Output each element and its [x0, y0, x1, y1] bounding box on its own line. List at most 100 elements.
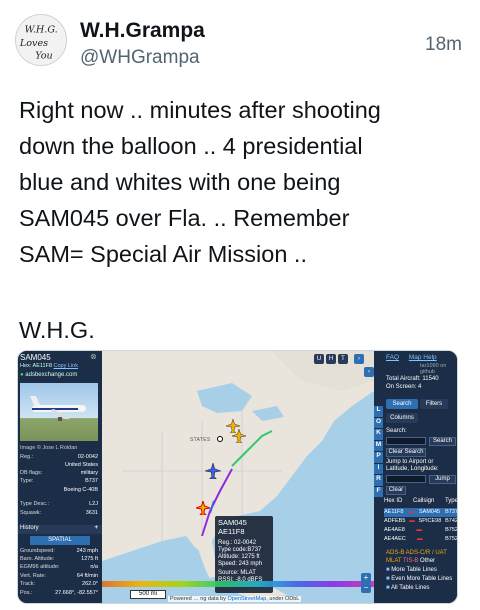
baro-label: Baro. Altitude: [20, 556, 55, 562]
copy-link[interactable]: Copy Link [54, 363, 78, 369]
close-icon[interactable]: ⊗ [90, 352, 97, 361]
map-button-u[interactable]: U [314, 354, 324, 364]
aircraft-marker-icon-3[interactable] [205, 463, 221, 479]
vert-rate-value: 64 ft/min [76, 573, 98, 579]
top-links: FAQ Map Help [386, 354, 437, 361]
user-handle[interactable]: @WHGrampa [80, 47, 200, 69]
col-hex[interactable]: Hex ID [384, 498, 402, 504]
jump-label: Jump to Airport or Latitude, Longitude: [386, 459, 439, 472]
row-type: B737 [445, 509, 458, 515]
faq-link[interactable]: FAQ [386, 354, 399, 361]
search-button[interactable]: Search [429, 437, 456, 446]
display-name[interactable]: W.H.Grampa [80, 19, 205, 43]
table-row[interactable]: AE11F8 ▬ SAM045 B737 [384, 508, 458, 517]
track-value: 262.0° [82, 581, 98, 587]
squawk-label: Squawk: [20, 510, 42, 516]
position-label: Pos.: [20, 590, 33, 596]
tab-columns[interactable]: Columns [386, 413, 418, 423]
tab-filters[interactable]: Filters [420, 399, 448, 409]
map-button-h[interactable]: H [326, 354, 336, 364]
us-flag-icon: ▬ [409, 518, 415, 524]
zoom-controls[interactable]: + − [361, 573, 371, 593]
vert-rate-row: Vert. Rate: 64 ft/min [20, 573, 98, 579]
github-link[interactable]: tar1090 on github [420, 363, 457, 375]
reg-label: Reg.: [20, 454, 34, 460]
type-label: Type: [20, 478, 34, 484]
vert-rate-label: Vert. Rate: [20, 573, 46, 579]
egm-label: EGM96 altitude: [20, 564, 60, 570]
type-row: Type: B737 [20, 478, 98, 484]
on-screen-count: On Screen: 4 [386, 384, 422, 390]
table-row[interactable]: AE4AE8 ▬ B752 [384, 526, 457, 535]
checkbox-icon[interactable]: ■ [386, 585, 390, 591]
track-row: Track: 262.0° [20, 581, 98, 587]
toggle-m[interactable]: M [374, 440, 383, 451]
toggle-o[interactable]: O [374, 417, 383, 428]
map-button-t[interactable]: T [338, 354, 348, 364]
source-legend-1: ADS-B ADS-C/R / UAT [386, 550, 447, 556]
history-section[interactable]: History + [18, 525, 102, 534]
spatial-tab[interactable]: SPATIAL [30, 536, 90, 545]
history-expand-icon[interactable]: + [94, 525, 98, 531]
egm-value: n/a [90, 564, 98, 570]
zoom-in-icon[interactable]: + [361, 573, 371, 583]
zoom-out-icon[interactable]: − [361, 583, 371, 593]
aircraft-hex: Hex: AE11F8 Copy Link [20, 363, 78, 369]
toggle-l[interactable]: L [374, 406, 383, 417]
tab-search[interactable]: Search [386, 399, 418, 409]
table-row[interactable]: AE4AEC ▬ B752 [384, 535, 457, 544]
tooltip-callsign: SAM045 [218, 518, 247, 527]
even-more-lines-option[interactable]: ■ Even More Table Lines [386, 576, 452, 582]
aircraft-marker-icon-2[interactable] [232, 429, 246, 443]
attribution-prefix: Powered [170, 596, 192, 602]
jump-input[interactable] [386, 475, 426, 483]
all-lines-option[interactable]: ■ All Table Lines [386, 585, 430, 591]
toggle-k[interactable]: K [374, 429, 383, 440]
tooltip-type: Type code:B737 [218, 547, 262, 553]
toggle-f[interactable]: F [374, 486, 383, 497]
checkbox-icon[interactable]: ■ [386, 567, 390, 573]
type-full-value: Boeing C-40B [63, 487, 98, 493]
egm-row: EGM96 altitude: n/a [20, 564, 98, 570]
source-text: adsbexchange.com [25, 372, 78, 378]
aircraft-marker-selected-icon[interactable] [196, 501, 210, 515]
all-lines-label: All Table Lines [390, 585, 430, 591]
col-type[interactable]: Type [445, 498, 457, 504]
side-toggle-buttons: L O K M P I R F [374, 406, 383, 498]
avatar[interactable]: W.H.G. Loves You [15, 14, 67, 66]
source-legend-2: MLAT TIS-B Other [386, 558, 435, 564]
attached-image[interactable]: SAM045 ⊗ Hex: AE11F8 Copy Link ● adsbexc… [17, 350, 458, 604]
checkbox-icon[interactable]: ■ [386, 576, 390, 582]
more-lines-option[interactable]: ■ More Table Lines [386, 567, 437, 573]
image-credit: Image © Jose L Roldan [20, 445, 78, 451]
aircraft-photo[interactable] [20, 383, 98, 441]
tweet-header: W.H.G. Loves You W.H.Grampa @WHGrampa 18… [0, 0, 480, 80]
clear-button[interactable]: Clear [386, 486, 406, 495]
country-value: United States [64, 462, 98, 468]
expand-panel-icon[interactable]: ‹ [364, 367, 374, 377]
osm-link[interactable]: OpenStreetMap [228, 596, 267, 602]
clear-search-button[interactable]: Clear Search [386, 448, 426, 457]
row-type: B742 [445, 518, 458, 524]
toggle-p[interactable]: P [374, 452, 383, 463]
type-desc-row: Type Desc.: L2J [20, 501, 98, 507]
search-label: Search: [386, 428, 407, 434]
tweet-timestamp[interactable]: 18m [425, 34, 462, 56]
tweet-body: Right now .. minutes after shooting down… [19, 97, 381, 267]
groundspeed-row: Groundspeed: 243 mph [20, 548, 98, 554]
tooltip-speed: Speed: 243 mph [218, 561, 263, 567]
location-dot [217, 436, 223, 442]
flight-map[interactable]: STATES U H T › ‹ SAM045 AE11F8 Reg.: 02-… [102, 351, 374, 603]
map-help-link[interactable]: Map Help [409, 354, 437, 361]
collapse-panel-icon[interactable]: › [354, 354, 364, 364]
type-value: B737 [85, 478, 98, 484]
col-callsign[interactable]: Callsign [413, 498, 434, 504]
avatar-icon: W.H.G. Loves You [16, 15, 66, 65]
table-row[interactable]: ADFEB5 ▬ SPICE98 B742 [384, 517, 458, 526]
avatar-handwriting-2: Loves [19, 38, 48, 49]
toggle-i[interactable]: I [374, 463, 383, 474]
search-input[interactable] [386, 437, 426, 445]
source-link[interactable]: ● adsbexchange.com [20, 372, 77, 378]
jump-button[interactable]: Jump [429, 475, 456, 484]
toggle-r[interactable]: R [374, 475, 383, 486]
